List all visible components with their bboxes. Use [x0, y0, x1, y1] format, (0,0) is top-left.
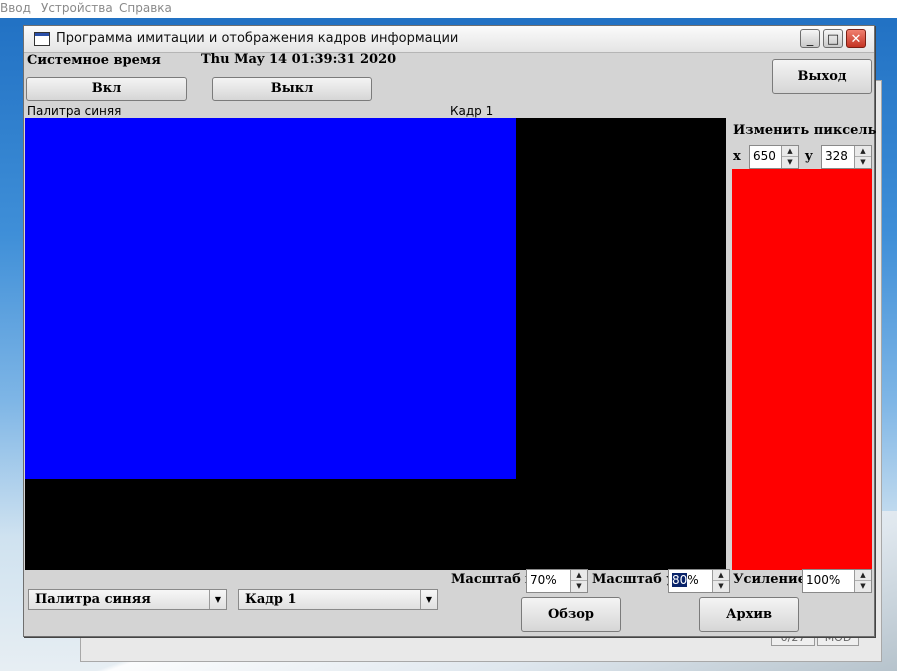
menu-input[interactable]: Ввод	[0, 1, 31, 15]
minimize-button[interactable]: _	[800, 29, 820, 48]
system-time-value: Thu May 14 01:39:31 2020	[201, 52, 397, 67]
spin-up-icon[interactable]: ▲	[855, 146, 871, 157]
spin-up-icon[interactable]: ▲	[782, 146, 798, 157]
scale-x-arrows[interactable]: ▲ ▼	[570, 570, 587, 592]
frame-select[interactable]: Кадр 1 ▼	[238, 589, 438, 610]
palette-image	[25, 118, 516, 479]
palette-select[interactable]: Палитра синяя ▼	[28, 589, 227, 610]
scale-x-value: 70%	[530, 573, 557, 587]
scale-y-selected-text: 80	[672, 573, 688, 587]
gain-label: Усиление	[733, 572, 806, 587]
pixel-x-label: x	[733, 149, 741, 164]
spin-down-icon[interactable]: ▼	[782, 157, 798, 168]
frame-caption: Кадр 1	[450, 104, 494, 118]
frame-canvas[interactable]	[25, 118, 726, 570]
gain-value: 100%	[806, 573, 841, 587]
close-button[interactable]: ✕	[846, 29, 866, 48]
scale-y-suffix: %	[687, 573, 699, 587]
gain-arrows[interactable]: ▲ ▼	[854, 570, 871, 592]
chevron-down-icon[interactable]: ▼	[209, 590, 226, 609]
exit-button[interactable]: Выход	[772, 59, 872, 94]
pixel-y-arrows[interactable]: ▲ ▼	[854, 146, 871, 168]
maximize-button[interactable]: □	[823, 29, 843, 48]
system-time-label: Системное время	[27, 53, 161, 68]
menu-help[interactable]: Справка	[119, 1, 172, 15]
spin-down-icon[interactable]: ▼	[571, 581, 587, 592]
scale-y-value: 80%	[672, 573, 699, 587]
spin-up-icon[interactable]: ▲	[571, 570, 587, 581]
pixel-y-value: 328	[825, 149, 848, 163]
browse-button[interactable]: Обзор	[521, 597, 621, 632]
frame-select-value: Кадр 1	[245, 592, 297, 607]
scale-y-label: Масштаб у	[592, 572, 675, 587]
scale-x-spinbox[interactable]: 70% ▲ ▼	[526, 569, 588, 593]
on-button[interactable]: Вкл	[26, 77, 187, 101]
pixel-y-label: y	[805, 149, 813, 164]
app-window-icon	[34, 32, 50, 46]
palette-caption: Палитра синяя	[27, 104, 122, 118]
scale-y-spinbox[interactable]: 80% ▲ ▼	[668, 569, 730, 593]
main-window: Программа имитации и отображения кадров …	[23, 25, 877, 637]
spin-down-icon[interactable]: ▼	[855, 581, 871, 592]
window-title: Программа имитации и отображения кадров …	[56, 31, 459, 46]
spin-down-icon[interactable]: ▼	[855, 157, 871, 168]
title-bar[interactable]: Программа имитации и отображения кадров …	[24, 26, 874, 53]
background-app-menubar: Ввод Устройства Справка	[0, 0, 897, 18]
menu-devices[interactable]: Устройства	[41, 1, 113, 15]
chevron-down-icon[interactable]: ▼	[420, 590, 437, 609]
pixel-x-spinbox[interactable]: 650 ▲ ▼	[749, 145, 799, 169]
pixel-color-swatch[interactable]	[732, 169, 872, 570]
spin-up-icon[interactable]: ▲	[713, 570, 729, 581]
change-pixel-title: Изменить пиксель	[733, 123, 877, 138]
scale-y-arrows[interactable]: ▲ ▼	[712, 570, 729, 592]
palette-select-value: Палитра синяя	[35, 592, 151, 607]
off-button[interactable]: Выкл	[212, 77, 372, 101]
spin-up-icon[interactable]: ▲	[855, 570, 871, 581]
scale-x-label: Масштаб x	[451, 572, 534, 587]
gain-spinbox[interactable]: 100% ▲ ▼	[802, 569, 872, 593]
spin-down-icon[interactable]: ▼	[713, 581, 729, 592]
pixel-x-value: 650	[753, 149, 776, 163]
pixel-x-arrows[interactable]: ▲ ▼	[781, 146, 798, 168]
archive-button[interactable]: Архив	[699, 597, 799, 632]
pixel-y-spinbox[interactable]: 328 ▲ ▼	[821, 145, 872, 169]
